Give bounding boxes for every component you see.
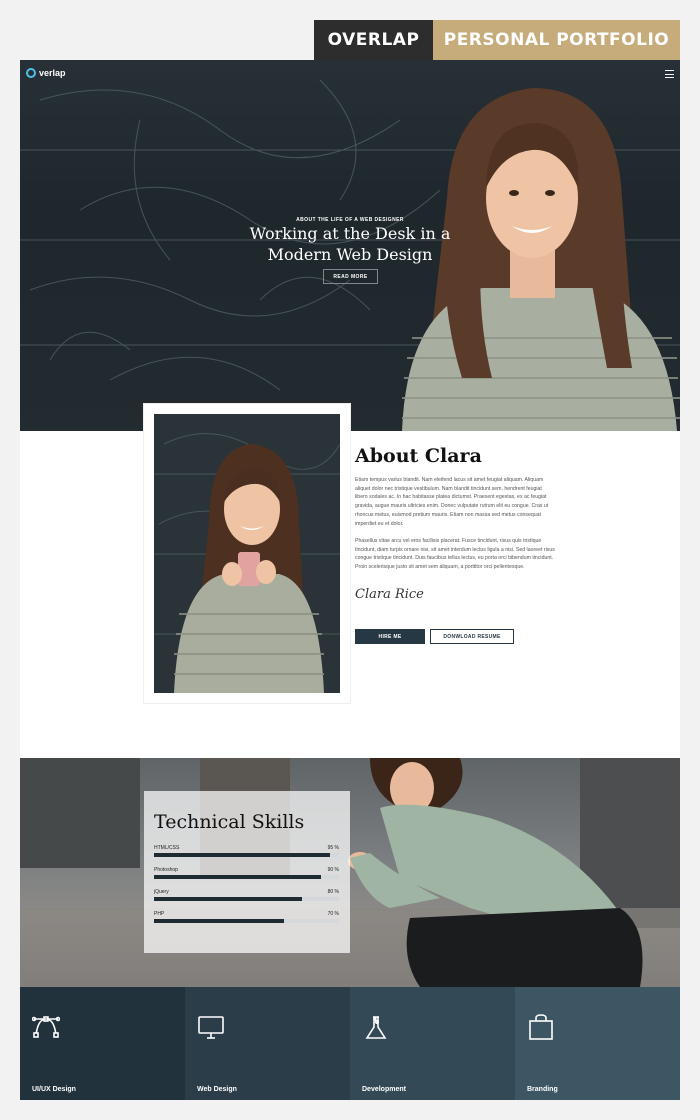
skill-percent: 90 % <box>327 867 339 873</box>
service-branding[interactable]: Branding <box>515 987 680 1100</box>
skill-name: Photoshop <box>154 867 178 873</box>
site-logo[interactable]: verlap <box>26 68 66 78</box>
service-label: UI/UX Design <box>32 1086 76 1093</box>
skill-bar-fill <box>154 897 302 901</box>
skill-percent: 70 % <box>327 911 339 917</box>
hire-me-button[interactable]: HIRE ME <box>355 629 425 644</box>
skills-section: Technical Skills HTML/CSS 95 % Photoshop 9… <box>20 758 680 987</box>
service-label: Web Design <box>197 1086 237 1093</box>
tag-personal-portfolio: PERSONAL PORTFOLIO <box>433 20 680 60</box>
skills-title: Technical Skills <box>154 811 305 833</box>
logo-ring-icon <box>26 68 36 78</box>
skills-card: Technical Skills HTML/CSS 95 % Photoshop 9… <box>144 791 350 953</box>
skill-bar-track <box>154 875 339 879</box>
skill-bar-fill <box>154 853 330 857</box>
service-development[interactable]: Development <box>350 987 515 1100</box>
portfolio-tags: OVERLAP PERSONAL PORTFOLIO <box>314 20 680 60</box>
skill-name: jQuery <box>154 889 169 895</box>
skill-bar-track <box>154 897 339 901</box>
skill-bar-fill <box>154 919 284 923</box>
service-label: Branding <box>527 1086 558 1093</box>
skill-jquery: jQuery 80 % <box>154 889 339 901</box>
about-paragraph-1: Etiam tempus varius blandit. Nam eleifen… <box>355 477 549 527</box>
hero-section: verlap ABOUT THE LIFE OF A WEB DESIGNER … <box>20 60 680 431</box>
services-section: UI/UX Design Web Design Development Bran… <box>20 987 680 1100</box>
skill-php: PHP 70 % <box>154 911 339 923</box>
logo-text: verlap <box>39 68 66 78</box>
skill-percent: 95 % <box>327 845 339 851</box>
skill-name: HTML/CSS <box>154 845 180 851</box>
about-photo <box>154 414 340 693</box>
flask-icon <box>365 1016 387 1039</box>
service-web-design[interactable]: Web Design <box>185 987 350 1100</box>
website-preview: verlap ABOUT THE LIFE OF A WEB DESIGNER … <box>20 60 680 1100</box>
hero-title: Working at the Desk in a Modern Web Desi… <box>249 224 451 264</box>
service-label: Development <box>362 1086 406 1093</box>
hamburger-menu-icon[interactable] <box>665 70 674 78</box>
about-title: About Clara <box>355 445 482 467</box>
shopping-bag-icon <box>529 1014 553 1040</box>
about-section: About Clara Etiam tempus varius blandit.… <box>20 404 680 758</box>
skill-photoshop: Photoshop 90 % <box>154 867 339 879</box>
skills-background-scene <box>20 758 680 987</box>
skill-bar-fill <box>154 875 321 879</box>
tag-overlap: OVERLAP <box>314 20 433 60</box>
skill-bar-track <box>154 853 339 857</box>
bezier-curve-icon <box>32 1016 60 1038</box>
read-more-button[interactable]: READ MORE <box>323 269 378 284</box>
skill-name: PHP <box>154 911 165 917</box>
about-photo-card <box>144 404 350 703</box>
skill-percent: 80 % <box>327 889 339 895</box>
skill-html-css: HTML/CSS 95 % <box>154 845 339 857</box>
download-resume-button[interactable]: DONWLOAD RESUME <box>430 629 514 644</box>
monitor-icon <box>198 1016 224 1039</box>
service-ui-ux-design[interactable]: UI/UX Design <box>20 987 185 1100</box>
about-paragraph-2: Phasellus vitae arcu vel eros facilisis … <box>355 538 555 571</box>
woman-with-phone-photo <box>154 414 340 693</box>
skill-bar-track <box>154 919 339 923</box>
signature: Clara Rice <box>355 587 424 602</box>
